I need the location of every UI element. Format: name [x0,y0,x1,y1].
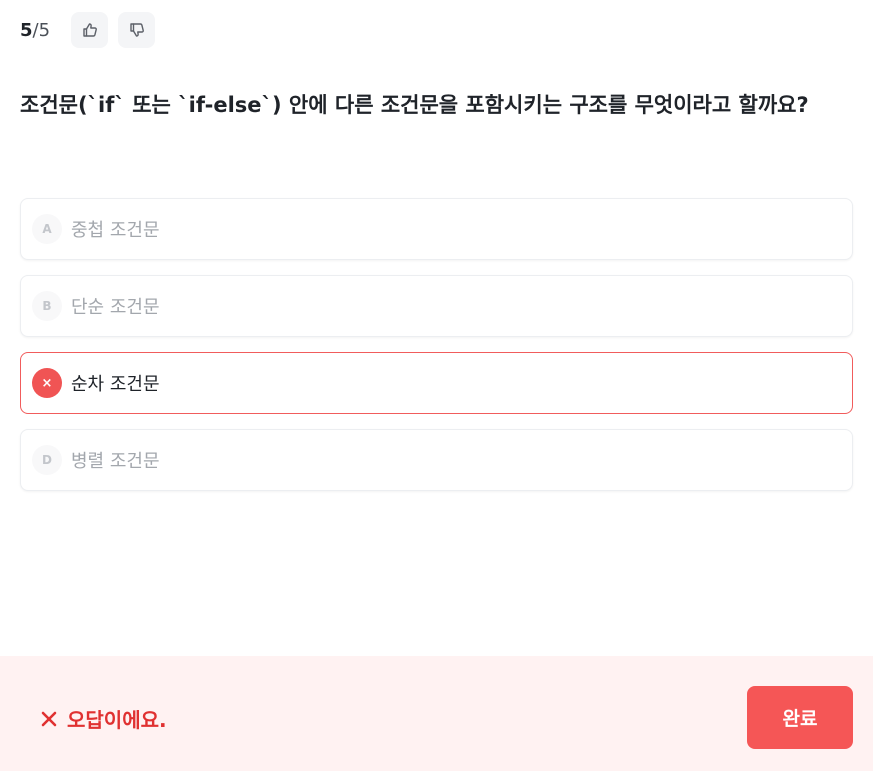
question-text: 조건문(`if` 또는 `if-else`) 안에 다른 조건문을 포함시키는 … [20,93,809,117]
option-d[interactable]: D 병렬 조건문 [20,429,853,491]
thumbs-down-icon [129,23,144,37]
progress-total: /5 [32,19,51,41]
option-letter: B [32,291,62,321]
feedback-message: 오답이에요. [40,704,167,733]
option-b[interactable]: B 단순 조건문 [20,275,853,337]
option-label: 순차 조건문 [71,374,160,395]
thumbs-up-icon [82,23,97,37]
close-icon [40,710,58,728]
option-letter: A [32,214,62,244]
feedback-text: 오답이에요. [67,708,167,732]
option-c[interactable]: × 순차 조건문 [20,352,853,414]
option-a[interactable]: A 중첩 조건문 [20,198,853,260]
done-button[interactable]: 완료 [747,686,853,749]
progress-current: 5 [20,19,33,41]
option-letter: D [32,445,62,475]
option-label: 단순 조건문 [71,297,160,318]
dislike-button[interactable] [118,12,156,48]
option-label: 중첩 조건문 [71,220,160,241]
wrong-answer-icon: × [32,368,62,398]
feedback-bar: 오답이에요. 완료 [0,656,873,771]
like-button[interactable] [71,12,109,48]
option-label: 병렬 조건문 [71,451,160,472]
progress-counter: 5/5 [20,20,50,41]
quiz-header: 5/5 [20,12,165,48]
